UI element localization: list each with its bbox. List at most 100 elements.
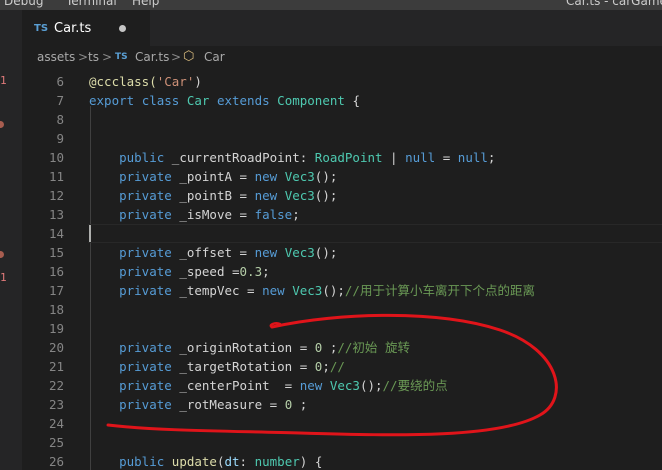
code-line[interactable]: 6 @ccclass('Car'): [22, 72, 662, 91]
code-token: false: [254, 207, 293, 222]
window-title: Car.ts - carGame_: [566, 0, 662, 8]
code-token: _pointB: [179, 188, 232, 203]
code-token: @ccclass(: [89, 74, 157, 89]
breadcrumb-item-car-ts[interactable]: Car.ts: [135, 50, 169, 64]
unsaved-dot-icon[interactable]: [119, 25, 126, 32]
code-token: _targetRotation: [179, 359, 293, 374]
code-line[interactable]: 9: [22, 129, 662, 148]
code-token: ;: [487, 150, 496, 165]
code-token: =: [292, 340, 315, 355]
code-token: private: [89, 359, 180, 374]
code-line[interactable]: 22 private _centerPoint = new Vec3();//要…: [22, 376, 662, 395]
side-strip: 1 1: [0, 10, 22, 470]
code-token: 0.3: [239, 264, 263, 279]
code-line[interactable]: 24: [22, 414, 662, 433]
code-token: private: [89, 397, 180, 412]
line-number: 19: [48, 321, 64, 336]
code-token: Vec3: [284, 169, 315, 184]
code-text: public _currentRoadPoint: RoadPoint | nu…: [89, 148, 495, 167]
code-token: =: [239, 283, 263, 298]
code-token: private: [89, 169, 180, 184]
code-text: private _pointA = new Vec3();: [89, 167, 337, 186]
breadcrumb-item-assets[interactable]: assets: [37, 50, 75, 64]
code-line[interactable]: 15 private _offset = new Vec3();: [22, 243, 662, 262]
code-token: ;: [262, 264, 270, 279]
code-token: _offset: [179, 245, 232, 260]
code-line[interactable]: 10 public _currentRoadPoint: RoadPoint |…: [22, 148, 662, 167]
menu-item-terminal[interactable]: Terminal: [66, 0, 117, 8]
code-token: :: [239, 454, 255, 469]
code-line[interactable]: 13 private _isMove = false;: [22, 205, 662, 224]
code-token: private: [89, 188, 180, 203]
code-token: //: [329, 359, 345, 374]
code-token: dt: [224, 454, 240, 469]
code-token: _tempVec: [179, 283, 240, 298]
code-text: @ccclass('Car'): [89, 72, 202, 91]
code-token: Vec3: [284, 245, 315, 260]
code-line[interactable]: 17 private _tempVec = new Vec3();//用于计算小…: [22, 281, 662, 300]
code-line[interactable]: 25: [22, 433, 662, 452]
code-editor[interactable]: 6 @ccclass('Car') 7 export class Car extend…: [22, 68, 662, 470]
code-token: private: [89, 340, 180, 355]
line-number: 20: [48, 340, 64, 355]
code-line[interactable]: 18: [22, 300, 662, 319]
code-line[interactable]: 8: [22, 110, 662, 129]
code-token: private: [89, 378, 180, 393]
code-line[interactable]: 11 private _pointA = new Vec3();: [22, 167, 662, 186]
line-number: 6: [56, 74, 64, 89]
code-token: |: [382, 150, 406, 165]
code-token: ;: [322, 359, 330, 374]
code-token: private: [89, 283, 180, 298]
code-line[interactable]: 26 public update(dt: number) {: [22, 452, 662, 470]
code-token: _speed: [179, 264, 225, 279]
code-token: ): [194, 74, 202, 89]
code-text: private _rotMeasure = 0 ;: [89, 395, 307, 414]
tab-car-ts[interactable]: TS Car.ts: [22, 10, 150, 46]
typescript-file-icon: TS: [115, 52, 128, 62]
line-number: 7: [56, 93, 64, 108]
code-token: new: [254, 245, 285, 260]
code-token: private: [89, 245, 180, 260]
line-number: 14: [48, 226, 64, 241]
code-line[interactable]: 7 export class Car extends Component {: [22, 91, 662, 110]
code-token: Vec3: [329, 378, 360, 393]
menu-item-debug[interactable]: Debug: [4, 0, 43, 8]
code-line[interactable]: 21 private _targetRotation = 0;//: [22, 357, 662, 376]
code-text: private _isMove = false;: [89, 205, 300, 224]
code-token: Car: [186, 93, 217, 108]
code-text: private _pointB = new Vec3();: [89, 186, 337, 205]
line-number: 16: [48, 264, 64, 279]
code-token: new: [299, 378, 330, 393]
code-line[interactable]: 12 private _pointB = new Vec3();: [22, 186, 662, 205]
class-symbol-icon: ⬡: [183, 49, 195, 64]
code-line[interactable]: 14: [22, 224, 662, 243]
code-token: _currentRoadPoint: [171, 150, 300, 165]
code-token: class: [141, 93, 187, 108]
breadcrumb-item-car[interactable]: Car: [204, 50, 225, 64]
code-token: ();: [314, 188, 338, 203]
line-number: 17: [48, 283, 64, 298]
line-number: 26: [48, 454, 64, 469]
line-number: 21: [48, 359, 64, 374]
code-token: _rotMeasure: [179, 397, 263, 412]
modified-dot-icon: [0, 251, 4, 258]
code-line[interactable]: 16 private _speed =0.3;: [22, 262, 662, 281]
code-line[interactable]: 23 private _rotMeasure = 0 ;: [22, 395, 662, 414]
code-line[interactable]: 20 private _originRotation = 0 ;//初始 旋转: [22, 338, 662, 357]
code-token: export: [89, 93, 142, 108]
code-token: ;: [292, 397, 308, 412]
line-number: 25: [48, 435, 64, 450]
code-token: ();: [322, 283, 345, 298]
line-number: 12: [48, 188, 64, 203]
code-token: Vec3: [292, 283, 323, 298]
code-token: new: [254, 169, 285, 184]
typescript-file-icon: TS: [34, 22, 49, 34]
code-token: //初始 旋转: [337, 340, 410, 355]
code-token: _originRotation: [179, 340, 293, 355]
code-token: =: [224, 264, 240, 279]
code-line[interactable]: 19: [22, 319, 662, 338]
code-token: _centerPoint: [179, 378, 270, 393]
breadcrumb-item-ts[interactable]: ts: [88, 50, 99, 64]
menu-item-help[interactable]: Help: [132, 0, 159, 8]
code-text: private _originRotation = 0 ;//初始 旋转: [89, 338, 410, 357]
